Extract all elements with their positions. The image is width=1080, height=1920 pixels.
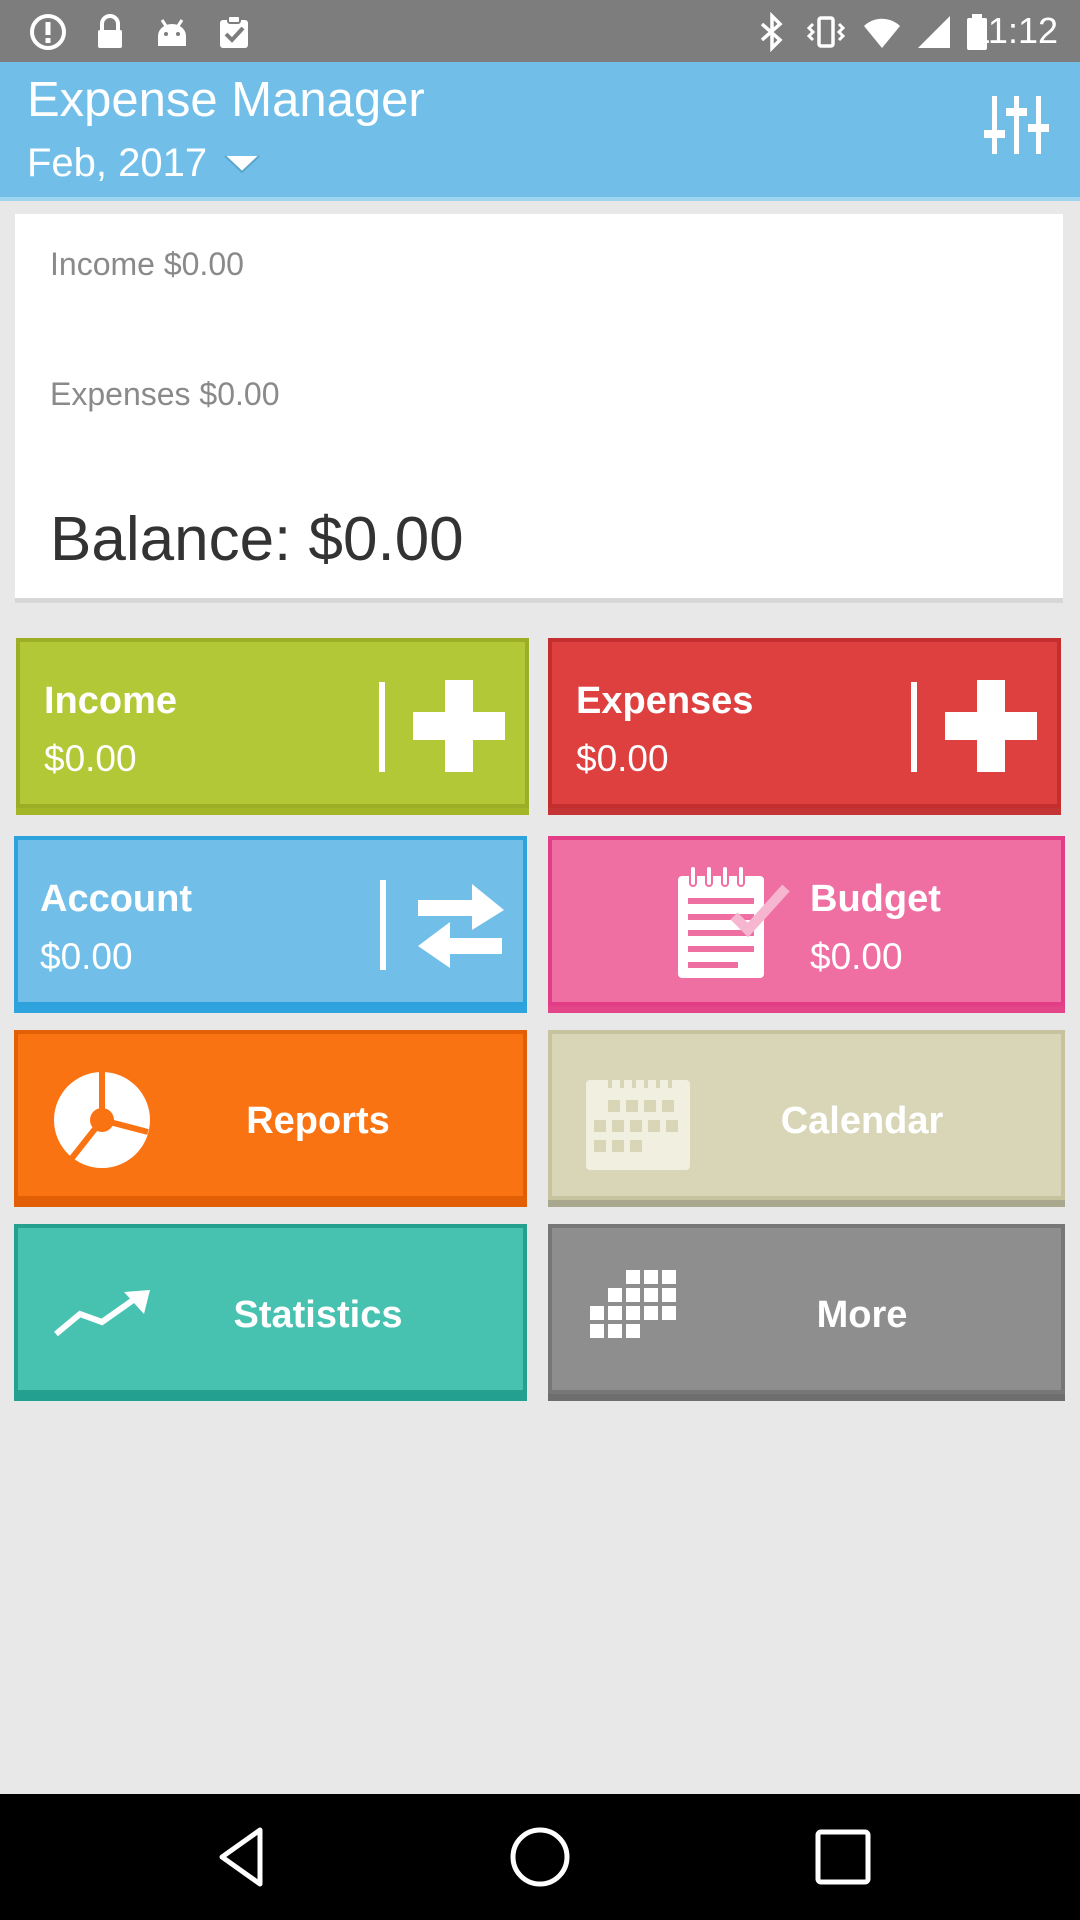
income-tile[interactable]: Income $0.00 [16, 638, 529, 808]
expenses-tile-title: Expenses [576, 680, 754, 722]
reports-tile[interactable]: Reports [14, 1030, 527, 1200]
budget-tile-title: Budget [810, 878, 941, 920]
lock-icon [98, 14, 122, 48]
calendar-icon [586, 1076, 690, 1170]
summary-card: Income $0.00 Expenses $0.00 Balance: $0.… [15, 214, 1063, 598]
notepad-check-icon [678, 865, 790, 978]
tile-divider [911, 682, 917, 772]
tile-divider [380, 880, 386, 970]
calendar-tile[interactable]: Calendar [548, 1030, 1065, 1200]
account-tile-title: Account [40, 878, 192, 920]
reports-tile-title: Reports [246, 1100, 390, 1142]
vibrate-icon [806, 16, 846, 48]
app-title: Expense Manager [27, 73, 425, 127]
trend-line-icon [54, 1290, 150, 1337]
expenses-tile-amount: $0.00 [576, 738, 669, 779]
summary-income: Income $0.00 [50, 246, 244, 282]
back-icon[interactable] [210, 1824, 276, 1890]
status-time: 11:12 [970, 10, 1058, 51]
clipboard-check-icon [220, 15, 248, 48]
budget-tile-amount: $0.00 [810, 936, 903, 977]
summary-balance: Balance: $0.00 [50, 505, 464, 574]
app-header: Expense Manager Feb, 2017 [0, 62, 1080, 201]
caret-down-icon [224, 155, 260, 174]
transfer-arrows-icon[interactable] [414, 878, 506, 970]
summary-expenses: Expenses $0.00 [50, 376, 280, 412]
statistics-tile-title: Statistics [233, 1294, 403, 1336]
grid-icon [590, 1270, 676, 1338]
account-tile-amount: $0.00 [40, 936, 133, 977]
budget-tile[interactable]: Budget $0.00 [548, 836, 1065, 1006]
tile-divider [379, 682, 385, 772]
statistics-tile[interactable]: Statistics [14, 1224, 527, 1394]
more-tile[interactable]: More [548, 1224, 1065, 1394]
expenses-tile[interactable]: Expenses $0.00 [548, 638, 1061, 808]
android-icon [158, 19, 186, 46]
account-tile[interactable]: Account $0.00 [14, 836, 527, 1006]
plus-icon[interactable] [943, 678, 1039, 774]
month-label: Feb, 2017 [27, 140, 208, 185]
pie-chart-icon [54, 1072, 150, 1168]
plus-icon[interactable] [411, 678, 507, 774]
calendar-tile-title: Calendar [780, 1100, 944, 1142]
month-selector[interactable]: Feb, 2017 [27, 138, 261, 188]
alert-icon [30, 14, 66, 50]
sliders-icon[interactable] [982, 90, 1052, 160]
recents-icon[interactable] [810, 1824, 876, 1890]
wifi-icon [864, 18, 900, 48]
home-icon[interactable] [507, 1824, 573, 1890]
income-tile-title: Income [44, 680, 178, 722]
income-tile-amount: $0.00 [44, 738, 137, 779]
navigation-bar [0, 1794, 1080, 1920]
more-tile-title: More [816, 1294, 908, 1336]
bluetooth-icon [760, 12, 783, 52]
status-bar: 11:12 [0, 0, 1080, 62]
signal-icon [918, 16, 950, 48]
